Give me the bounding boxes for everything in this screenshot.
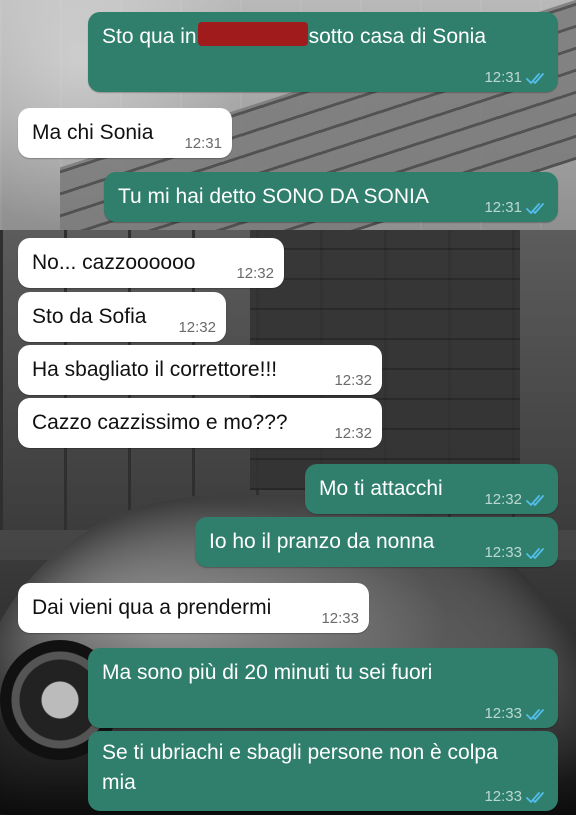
- message-meta: 12:31: [184, 135, 222, 153]
- message-time: 12:33: [484, 705, 522, 722]
- message-outgoing[interactable]: Se ti ubriachi e sbagli persone non è co…: [88, 731, 558, 811]
- double-check-icon: [526, 708, 548, 721]
- message-time: 12:32: [484, 491, 522, 508]
- message-time: 12:32: [236, 265, 274, 282]
- message-incoming[interactable]: Cazzo cazzissimo e mo??? 12:32: [18, 398, 382, 448]
- message-incoming[interactable]: Dai vieni qua a prendermi 12:33: [18, 583, 369, 633]
- message-meta: 12:32: [334, 372, 372, 390]
- message-text: No... cazzoooooo: [32, 251, 196, 274]
- double-check-icon: [526, 72, 548, 85]
- message-text-part: sotto casa di Sonia: [308, 25, 487, 48]
- message-meta: 12:32: [484, 491, 548, 509]
- message-time: 12:31: [484, 69, 522, 86]
- message-outgoing[interactable]: Mo ti attacchi 12:32: [305, 464, 558, 514]
- message-incoming[interactable]: Ma chi Sonia 12:31: [18, 108, 232, 158]
- message-time: 12:32: [334, 425, 372, 442]
- message-incoming[interactable]: No... cazzoooooo 12:32: [18, 238, 284, 288]
- message-outgoing[interactable]: Io ho il pranzo da nonna 12:33: [195, 517, 558, 567]
- redaction-bar: [197, 22, 308, 46]
- message-meta: 12:33: [484, 544, 548, 562]
- message-text: Tu mi hai detto SONO DA SONIA: [118, 185, 429, 208]
- message-meta: 12:32: [236, 265, 274, 283]
- message-text: Cazzo cazzissimo e mo???: [32, 411, 288, 434]
- message-text: Ma chi Sonia: [32, 121, 154, 144]
- message-text: Sto da Sofia: [32, 305, 147, 328]
- message-time: 12:33: [484, 788, 522, 805]
- message-time: 12:32: [334, 372, 372, 389]
- double-check-icon: [526, 494, 548, 507]
- message-incoming[interactable]: Ha sbagliato il correttore!!! 12:32: [18, 345, 382, 395]
- message-meta: 12:33: [321, 610, 359, 628]
- message-outgoing[interactable]: Ma sono più di 20 minuti tu sei fuori 12…: [88, 648, 558, 728]
- double-check-icon: [526, 547, 548, 560]
- message-text: Mo ti attacchi: [319, 477, 443, 500]
- message-text: Ha sbagliato il correttore!!!: [32, 358, 278, 381]
- message-time: 12:33: [321, 610, 359, 627]
- message-time: 12:31: [184, 135, 222, 152]
- message-time: 12:31: [484, 199, 522, 216]
- message-meta: 12:31: [484, 69, 548, 87]
- message-text-part: Sto qua in: [102, 25, 197, 48]
- double-check-icon: [526, 202, 548, 215]
- message-text: Ma sono più di 20 minuti tu sei fuori: [102, 661, 433, 684]
- message-text: Se ti ubriachi e sbagli persone non è co…: [102, 741, 498, 794]
- message-text: Dai vieni qua a prendermi: [32, 596, 272, 619]
- message-text: Sto qua in sotto casa di Sonia: [102, 21, 486, 52]
- message-incoming[interactable]: Sto da Sofia 12:32: [18, 292, 226, 342]
- message-outgoing[interactable]: Sto qua in sotto casa di Sonia 12:31: [88, 12, 558, 92]
- message-meta: 12:32: [178, 319, 216, 337]
- message-meta: 12:32: [334, 425, 372, 443]
- message-meta: 12:33: [484, 705, 548, 723]
- message-meta: 12:31: [484, 199, 548, 217]
- double-check-icon: [526, 791, 548, 804]
- message-time: 12:32: [178, 319, 216, 336]
- message-time: 12:33: [484, 544, 522, 561]
- message-outgoing[interactable]: Tu mi hai detto SONO DA SONIA 12:31: [104, 172, 558, 222]
- message-meta: 12:33: [484, 788, 548, 806]
- message-text: Io ho il pranzo da nonna: [209, 530, 435, 553]
